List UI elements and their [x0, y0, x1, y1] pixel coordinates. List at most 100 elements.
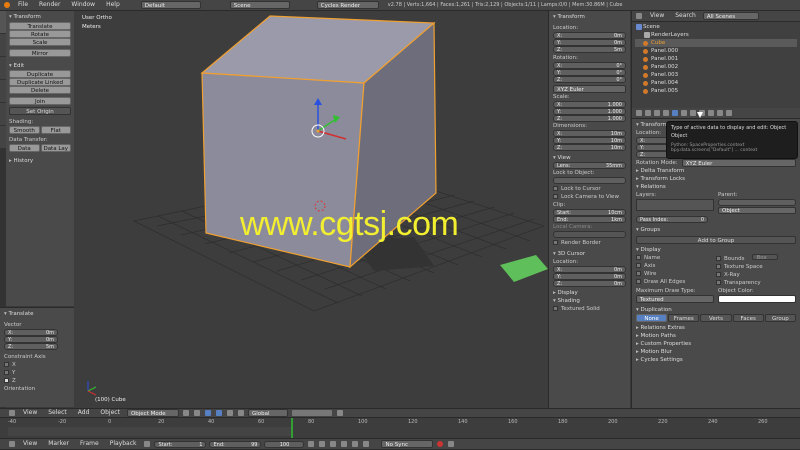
physics-tab-icon[interactable] [726, 110, 732, 116]
textured-solid-check[interactable]: Textured Solid [553, 305, 626, 313]
translate-button[interactable]: Translate [9, 22, 71, 30]
local-camera-field[interactable] [553, 231, 626, 238]
motion-blur-header[interactable]: Motion Blur [636, 348, 796, 356]
rotation-z-field[interactable]: Z: 0° [553, 76, 626, 83]
display-xray-check[interactable]: X-Ray [716, 271, 796, 279]
clip-end-field[interactable]: End: 1km [553, 216, 626, 223]
obj-display-header[interactable]: Display [636, 246, 796, 254]
display-name-check[interactable]: Name [636, 254, 716, 262]
sync-select[interactable]: No Sync [381, 440, 434, 448]
outliner-item-scene[interactable]: Scene [635, 23, 797, 31]
texture-tab-icon[interactable] [717, 110, 723, 116]
display-wire-check[interactable]: Wire [636, 270, 716, 278]
outliner-search-menu[interactable]: Search [671, 11, 700, 21]
axis-z-check[interactable]: Z [4, 377, 70, 385]
layers-tab-icon[interactable] [645, 110, 651, 116]
constraints-tab-icon[interactable] [681, 110, 687, 116]
keying-set-icon[interactable] [448, 441, 455, 447]
smooth-button[interactable]: Smooth [9, 126, 40, 134]
bounds-type-select[interactable]: Box [752, 254, 779, 260]
cycles-settings-header[interactable]: Cycles Settings [636, 356, 796, 364]
mirror-button[interactable]: Mirror [9, 49, 71, 57]
timeline-frame-menu[interactable]: Frame [76, 439, 103, 449]
dup-frames-button[interactable]: Frames [668, 314, 700, 322]
object-tab-icon[interactable] [672, 110, 678, 116]
outliner-item-cube[interactable]: Cube [635, 39, 797, 47]
display-header[interactable]: Display [553, 289, 626, 297]
viewport-object-menu[interactable]: Object [96, 408, 124, 418]
n-transform-header[interactable]: Transform [553, 13, 626, 21]
layout-select[interactable]: Default [140, 1, 201, 9]
preview-range-icon[interactable] [144, 441, 151, 447]
custom-properties-header[interactable]: Custom Properties [636, 340, 796, 348]
dup-verts-button[interactable]: Verts [700, 314, 732, 322]
display-axis-check[interactable]: Axis [636, 262, 716, 270]
rotation-y-field[interactable]: Y: 0° [553, 69, 626, 76]
lock-camera-check[interactable]: Lock Camera to View [553, 193, 626, 201]
add-to-group-button[interactable]: Add to Group [636, 236, 796, 244]
scene-tab-icon[interactable] [654, 110, 660, 116]
pivot-icon[interactable] [193, 410, 200, 416]
history-header[interactable]: History [9, 157, 71, 165]
modifiers-tab-icon[interactable] [690, 110, 696, 116]
material-tab-icon[interactable] [708, 110, 714, 116]
3d-cursor-header[interactable]: 3D Cursor [553, 250, 626, 258]
jump-start-icon[interactable] [308, 441, 315, 447]
duplication-header[interactable]: Duplication [636, 306, 796, 314]
lock-object-field[interactable] [553, 177, 626, 184]
dimension-x-field[interactable]: X: 10m [553, 130, 626, 137]
shading-mode-icon[interactable] [182, 410, 189, 416]
delta-transform-header[interactable]: Delta Transform [636, 167, 796, 175]
mode-select[interactable]: Object Mode [126, 409, 179, 417]
scale-x-field[interactable]: X: 1.000 [553, 101, 626, 108]
flat-button[interactable]: Flat [40, 126, 71, 134]
render-tab-icon[interactable] [636, 110, 642, 116]
transform-orientation-select[interactable]: Global [247, 409, 288, 417]
jump-end-icon[interactable] [363, 441, 370, 447]
outliner-item-panel-001[interactable]: Panel.001 [635, 55, 797, 63]
parent-type-select[interactable]: Object [718, 207, 796, 214]
cursor-z-field[interactable]: Z: 0m [553, 280, 626, 287]
rotate-manipulator-icon[interactable] [226, 410, 233, 416]
cursor-x-field[interactable]: X: 0m [553, 266, 626, 273]
viewport-add-menu[interactable]: Add [74, 408, 94, 418]
scene-select[interactable]: Scene [229, 1, 290, 9]
render-border-check[interactable]: Render Border [553, 239, 626, 247]
end-frame-field[interactable]: End: 99 [209, 440, 262, 448]
edit-header[interactable]: Edit [9, 62, 71, 70]
display-draw-all-edges-check[interactable]: Draw All Edges [636, 278, 716, 286]
outliner-item-panel-003[interactable]: Panel.003 [635, 71, 797, 79]
dup-group-button[interactable]: Group [764, 314, 797, 322]
dimension-z-field[interactable]: Z: 10m [553, 144, 626, 151]
axis-x-check[interactable]: X [4, 361, 70, 369]
outliner-item-panel-000[interactable]: Panel.000 [635, 47, 797, 55]
axis-y-check[interactable]: Y [4, 369, 70, 377]
rotation-mode-select[interactable]: XYZ Euler [553, 85, 626, 93]
outliner-filter-select[interactable]: All Scenes [702, 12, 759, 20]
display-bounds-check[interactable]: Bounds Box [716, 254, 796, 263]
outliner-view-menu[interactable]: View [646, 11, 668, 21]
transform-header[interactable]: Transform [9, 13, 71, 21]
data-button[interactable]: Data [9, 144, 40, 152]
rotate-button[interactable]: Rotate [9, 30, 71, 38]
vector-z-field[interactable]: Z: 5m [4, 343, 58, 350]
current-frame-field[interactable]: 100 [264, 440, 305, 448]
view-header[interactable]: View [553, 154, 626, 162]
scale-button[interactable]: Scale [9, 38, 71, 46]
snap-icon[interactable] [336, 410, 343, 416]
relations-header[interactable]: Relations [636, 183, 796, 191]
scale-y-field[interactable]: Y: 1.000 [553, 108, 626, 115]
translate-manipulator-icon[interactable] [215, 410, 222, 416]
display-transparency-check[interactable]: Transparency [716, 279, 796, 287]
outliner-editor-icon[interactable] [636, 13, 642, 19]
scale-manipulator-icon[interactable] [237, 410, 244, 416]
play-icon[interactable] [341, 441, 348, 447]
vector-y-field[interactable]: Y: 0m [4, 336, 58, 343]
blender-logo-icon[interactable] [4, 2, 10, 8]
set-origin-button[interactable]: Set Origin [9, 107, 71, 115]
transform-locks-header[interactable]: Transform Locks [636, 175, 796, 183]
layer-grid[interactable] [636, 199, 714, 211]
record-icon[interactable] [437, 441, 444, 447]
operator-header[interactable]: Translate [4, 310, 70, 318]
display-texture-space-check[interactable]: Texture Space [716, 263, 796, 271]
